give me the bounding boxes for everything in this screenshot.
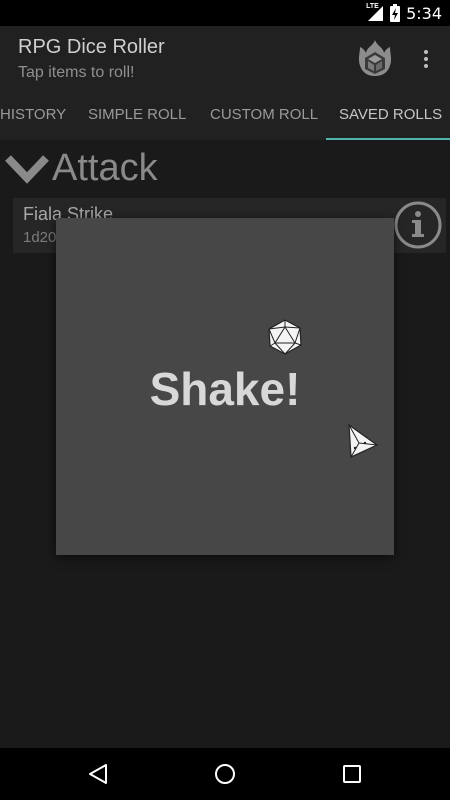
signal-icon: LTE bbox=[366, 3, 384, 22]
dice-fire-logo-icon[interactable] bbox=[355, 38, 395, 78]
network-label: LTE bbox=[366, 3, 379, 10]
status-time: 5:34 bbox=[406, 3, 442, 23]
app-subtitle: Tap items to roll! bbox=[18, 64, 135, 81]
overflow-menu-icon[interactable] bbox=[414, 42, 438, 76]
tab-custom-roll[interactable]: CUSTOM ROLL bbox=[210, 96, 318, 140]
shake-dialog: Shake! bbox=[56, 218, 394, 555]
recents-icon[interactable] bbox=[340, 762, 364, 786]
battery-charging-icon bbox=[390, 4, 401, 22]
tab-history[interactable]: HISTORY bbox=[0, 96, 66, 140]
d4-die-icon bbox=[348, 423, 379, 458]
chevron-down-icon bbox=[5, 155, 49, 184]
status-icons: LTE 5:34 bbox=[366, 3, 442, 23]
shake-message: Shake! bbox=[149, 363, 301, 415]
roll-formula: 1d20 bbox=[23, 229, 57, 246]
tab-saved-rolls[interactable]: SAVED ROLLS bbox=[339, 96, 442, 140]
info-icon[interactable] bbox=[393, 200, 443, 250]
d20-die-icon bbox=[268, 319, 302, 355]
group-title: Attack bbox=[52, 146, 158, 189]
tab-simple-roll[interactable]: SIMPLE ROLL bbox=[88, 96, 186, 140]
back-icon[interactable] bbox=[86, 762, 110, 786]
app-title: RPG Dice Roller bbox=[18, 36, 165, 58]
group-header-attack[interactable]: Attack bbox=[4, 146, 158, 190]
home-icon[interactable] bbox=[213, 762, 237, 786]
tab-bar: HISTORY SIMPLE ROLL CUSTOM ROLL SAVED RO… bbox=[0, 96, 450, 140]
status-bar: LTE 5:34 bbox=[0, 0, 450, 26]
app-bar: RPG Dice Roller Tap items to roll! bbox=[0, 26, 450, 96]
navigation-bar bbox=[0, 748, 450, 800]
